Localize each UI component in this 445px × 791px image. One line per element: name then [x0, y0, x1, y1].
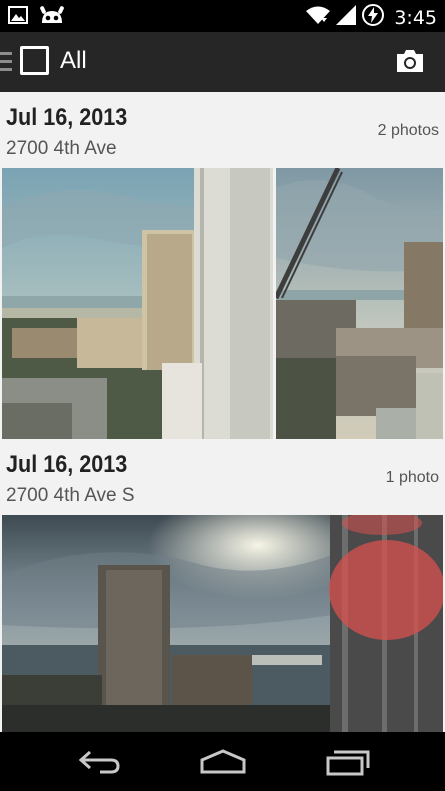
group-location: 2700 4th Ave S — [6, 485, 135, 506]
clock: 3:45 — [394, 6, 437, 29]
navigation-bar — [0, 732, 445, 791]
action-bar: All — [0, 32, 445, 92]
menu-icon[interactable] — [0, 52, 12, 72]
group-photo-count: 2 photos — [377, 122, 439, 139]
camera-icon[interactable] — [395, 48, 425, 74]
photo-list[interactable]: Jul 16, 2013 2700 4th Ave 2 photos Jul 1… — [0, 92, 445, 732]
status-bar: 3:45 — [0, 0, 445, 32]
photo-thumbnail[interactable] — [2, 515, 443, 732]
wifi-icon — [306, 5, 331, 30]
group-date: Jul 16, 2013 — [6, 451, 128, 478]
battery-icon — [362, 4, 385, 31]
group-location: 2700 4th Ave — [6, 138, 117, 159]
home-icon[interactable] — [199, 748, 247, 776]
group-header: Jul 16, 2013 2700 4th Ave S 1 photo — [0, 439, 445, 515]
page-title: All — [60, 47, 87, 74]
group-photo-count: 1 photo — [385, 469, 439, 486]
group-header: Jul 16, 2013 2700 4th Ave 2 photos — [0, 92, 445, 168]
android-icon — [40, 5, 64, 30]
back-icon[interactable] — [78, 748, 120, 776]
picture-icon — [8, 6, 28, 29]
select-all-checkbox[interactable] — [20, 46, 49, 75]
signal-icon — [336, 5, 357, 30]
group-date: Jul 16, 2013 — [6, 104, 128, 131]
photo-thumbnail[interactable] — [276, 168, 443, 439]
recents-icon[interactable] — [326, 748, 370, 776]
photo-thumbnail[interactable] — [2, 168, 273, 439]
